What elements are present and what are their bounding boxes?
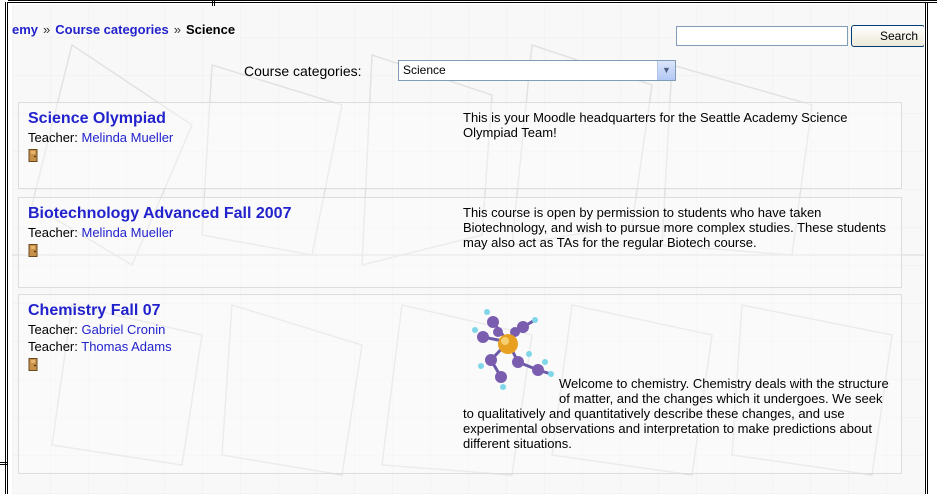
frame-bottom-tick bbox=[0, 462, 8, 465]
teacher-role: Teacher: bbox=[28, 339, 78, 354]
course-info: Chemistry Fall 07 Teacher: Gabriel Croni… bbox=[28, 302, 448, 374]
course-summary: This course is open by permission to stu… bbox=[463, 205, 886, 250]
frame-left-border bbox=[5, 2, 11, 494]
category-select[interactable]: Science ▼ bbox=[398, 60, 676, 81]
category-selector-row: Course categories: Science ▼ bbox=[12, 60, 924, 82]
category-select-value: Science bbox=[403, 63, 446, 77]
door-icon[interactable] bbox=[28, 149, 38, 162]
course-info: Biotechnology Advanced Fall 2007 Teacher… bbox=[28, 205, 448, 260]
breadcrumb-link-course-categories[interactable]: Course categories bbox=[55, 22, 168, 37]
breadcrumb-current: Science bbox=[185, 22, 236, 37]
course-summary: This is your Moodle headquarters for the… bbox=[463, 110, 848, 140]
breadcrumb-link-academy[interactable]: emy bbox=[12, 22, 38, 37]
door-icon[interactable] bbox=[28, 244, 38, 257]
course-title-link[interactable]: Chemistry Fall 07 bbox=[28, 302, 448, 320]
teacher-name-link[interactable]: Gabriel Cronin bbox=[82, 322, 166, 337]
teacher-role: Teacher: bbox=[28, 225, 78, 240]
teacher-role: Teacher: bbox=[28, 130, 78, 145]
breadcrumb-separator: » bbox=[43, 22, 51, 37]
course-box-chemistry: Chemistry Fall 07 Teacher: Gabriel Croni… bbox=[18, 294, 902, 474]
door-icon[interactable] bbox=[28, 358, 38, 371]
course-box-science-olympiad: Science Olympiad Teacher: Melinda Muelle… bbox=[18, 102, 902, 189]
teacher-line: Teacher: Gabriel Cronin bbox=[28, 321, 448, 338]
teacher-role: Teacher: bbox=[28, 322, 78, 337]
teacher-name-link[interactable]: Melinda Mueller bbox=[82, 225, 174, 240]
teacher-name-link[interactable]: Thomas Adams bbox=[81, 339, 171, 354]
course-box-biotechnology: Biotechnology Advanced Fall 2007 Teacher… bbox=[18, 197, 902, 288]
teacher-line: Teacher: Melinda Mueller bbox=[28, 129, 448, 146]
search-button[interactable]: Search bbox=[851, 25, 924, 47]
molecule-image bbox=[472, 309, 554, 390]
teacher-line: Teacher: Melinda Mueller bbox=[28, 224, 448, 241]
chevron-down-icon[interactable]: ▼ bbox=[657, 61, 675, 80]
course-info: Science Olympiad Teacher: Melinda Muelle… bbox=[28, 110, 448, 165]
course-title-link[interactable]: Biotechnology Advanced Fall 2007 bbox=[28, 205, 448, 223]
teacher-line: Teacher: Thomas Adams bbox=[28, 338, 448, 355]
category-label: Course categories: bbox=[244, 63, 362, 79]
search-input[interactable] bbox=[676, 26, 848, 46]
frame-top-tick bbox=[212, 0, 215, 6]
course-summary: Welcome to chemistry. Chemistry deals wi… bbox=[463, 302, 893, 451]
frame-right-border bbox=[925, 2, 931, 494]
course-title-link[interactable]: Science Olympiad bbox=[28, 110, 448, 128]
breadcrumb: emy » Course categories » Science bbox=[12, 22, 235, 37]
teacher-name-link[interactable]: Melinda Mueller bbox=[82, 130, 174, 145]
moodle-page: emy » Course categories » Science Search Cou… bbox=[12, 5, 924, 494]
breadcrumb-separator: » bbox=[173, 22, 181, 37]
